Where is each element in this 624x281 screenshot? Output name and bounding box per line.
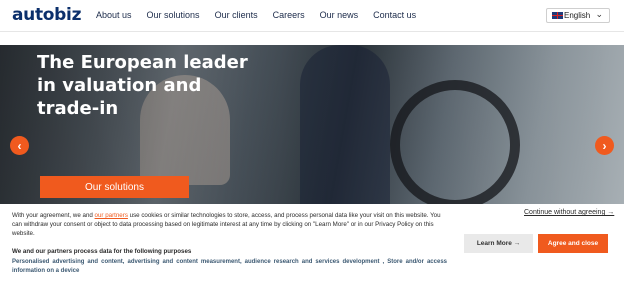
nav-about-us[interactable]: About us: [96, 10, 132, 20]
carousel-next-button[interactable]: ›: [595, 136, 614, 155]
consent-text: With your agreement, we and our partners…: [12, 211, 452, 238]
nav-careers[interactable]: Careers: [273, 10, 305, 20]
learn-more-button[interactable]: Learn More →: [464, 234, 533, 253]
chevron-down-icon: ⌄: [595, 9, 603, 19]
carousel-prev-button[interactable]: ‹: [10, 136, 29, 155]
nav-contact-us[interactable]: Contact us: [373, 10, 416, 20]
agree-and-close-button[interactable]: Agree and close: [538, 234, 608, 253]
language-label: English: [564, 11, 591, 20]
autobiz-logo[interactable]: autobiz: [12, 5, 81, 25]
cookie-consent-banner: With your agreement, we and our partners…: [0, 204, 624, 281]
main-menu: About us Our solutions Our clients Caree…: [96, 10, 431, 20]
consent-text-start: With your agreement, we and: [12, 212, 95, 219]
purposes-heading: We and our partners process data for the…: [12, 248, 192, 255]
hero-headline: The European leader in valuation and tra…: [37, 52, 248, 119]
nav-our-solutions[interactable]: Our solutions: [147, 10, 200, 20]
nav-our-clients[interactable]: Our clients: [215, 10, 258, 20]
continue-without-agreeing-link[interactable]: Continue without agreeing →: [524, 209, 614, 216]
language-selector[interactable]: English ⌄: [546, 8, 610, 23]
our-solutions-button[interactable]: Our solutions: [40, 176, 189, 198]
nav-our-news[interactable]: Our news: [320, 10, 359, 20]
uk-flag-icon: [552, 12, 563, 19]
our-partners-link[interactable]: our partners: [95, 212, 128, 219]
top-navbar: autobiz About us Our solutions Our clien…: [0, 0, 624, 32]
purposes-text: Personalised advertising and content, ad…: [12, 259, 447, 274]
